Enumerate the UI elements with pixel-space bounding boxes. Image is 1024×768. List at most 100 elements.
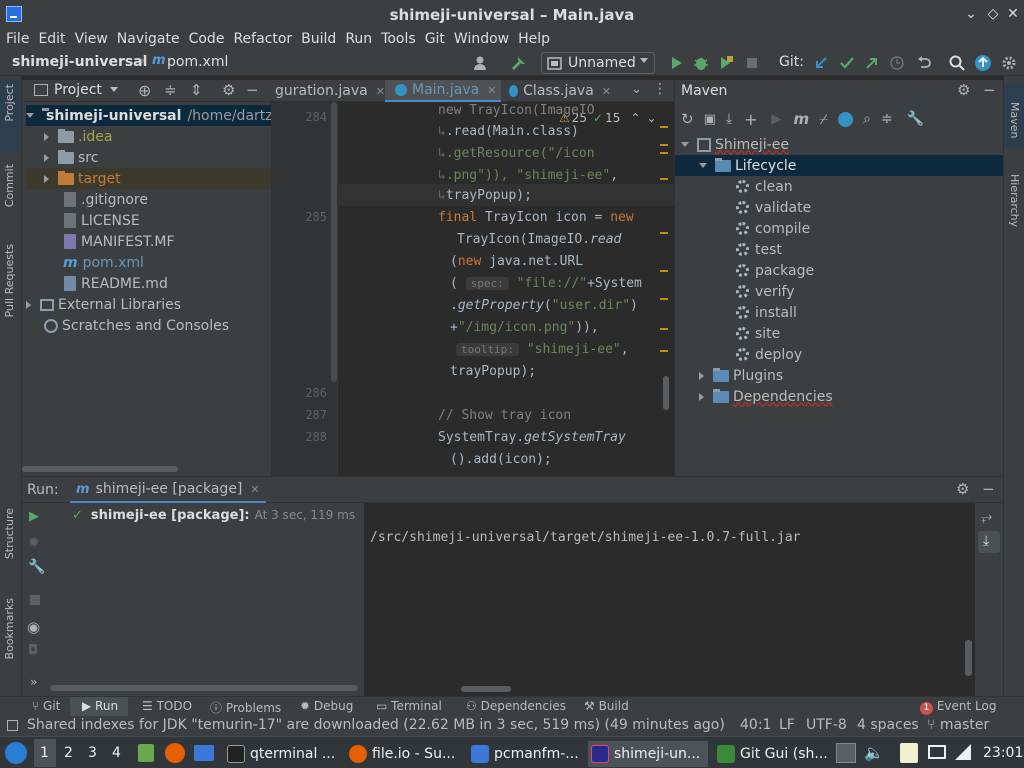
horizontal-scrollbar[interactable]: [50, 685, 358, 691]
hammer-icon[interactable]: [510, 54, 528, 72]
stripe-maven[interactable]: Maven: [1008, 102, 1021, 138]
user-icon[interactable]: [472, 54, 490, 72]
gear-icon[interactable]: ⚙: [957, 81, 970, 99]
scroll-thumb[interactable]: [331, 102, 337, 382]
line-separator[interactable]: LF: [779, 717, 795, 733]
collapse-all-icon[interactable]: ≑: [164, 81, 177, 99]
reload-icon[interactable]: ↻: [681, 110, 694, 128]
menu-window[interactable]: Window: [454, 31, 509, 47]
tree-item-manifest[interactable]: MANIFEST.MF: [62, 231, 175, 252]
menu-edit[interactable]: Edit: [38, 31, 65, 47]
coverage-icon[interactable]: [717, 54, 735, 72]
wrench-icon[interactable]: 🔧: [907, 111, 924, 127]
tree-item-src[interactable]: src: [44, 147, 98, 168]
search-icon[interactable]: [948, 54, 966, 72]
indent-setting[interactable]: 4 spaces: [857, 717, 919, 733]
more-options-icon[interactable]: ⋮: [653, 81, 667, 97]
gear-icon[interactable]: ⚙: [222, 81, 235, 99]
menu-refactor[interactable]: Refactor: [233, 31, 292, 47]
close-icon[interactable]: ✕: [602, 85, 611, 98]
toggle-tool-windows-icon[interactable]: [7, 720, 18, 731]
close-icon[interactable]: ✕: [487, 84, 496, 97]
toggle-skip-tests-icon[interactable]: ⌿: [819, 110, 828, 128]
stripe-pull-requests[interactable]: Pull Requests: [3, 244, 16, 317]
tree-item-gitignore[interactable]: .gitignore: [62, 189, 148, 210]
maven-phase-install[interactable]: install: [736, 302, 797, 323]
offline-mode-icon[interactable]: [838, 111, 854, 127]
history-icon[interactable]: [888, 54, 906, 72]
project-panel-title[interactable]: Project: [54, 82, 102, 98]
tool-tab-problems[interactable]: ⓘ Problems: [210, 699, 281, 716]
git-commit-icon[interactable]: [838, 54, 856, 72]
error-stripe-marker[interactable]: [660, 178, 668, 180]
stripe-project[interactable]: Project: [3, 84, 16, 122]
menu-run[interactable]: Run: [345, 31, 372, 47]
error-stripe-marker[interactable]: [660, 270, 668, 272]
taskbar-app-git-gui[interactable]: Git Gui (sh...: [714, 741, 828, 767]
git-branch[interactable]: ⑂ master: [927, 717, 989, 733]
menu-file[interactable]: File: [6, 31, 29, 47]
desktop-2[interactable]: 2: [64, 745, 73, 761]
error-stripe-marker[interactable]: [660, 328, 668, 330]
error-stripe-marker[interactable]: [660, 232, 668, 234]
tab-list-icon[interactable]: ⌄: [631, 82, 642, 97]
caret-position[interactable]: 40:1: [740, 717, 771, 733]
soft-wrap-icon[interactable]: ⥅: [981, 509, 992, 525]
tool-tab-debug[interactable]: ✹ Debug: [300, 699, 353, 713]
next-highlight-icon[interactable]: ⌄: [646, 111, 656, 125]
execute-goal-icon[interactable]: m: [793, 110, 809, 128]
hide-icon[interactable]: −: [246, 81, 259, 99]
stripe-bookmarks[interactable]: Bookmarks: [3, 598, 16, 659]
run-tree-item[interactable]: ✓ shimeji-ee [package]: At 3 sec, 119 ms: [72, 505, 355, 525]
error-stripe-marker[interactable]: [660, 144, 668, 146]
eye-icon[interactable]: ◉: [27, 618, 40, 636]
expand-all-icon[interactable]: ⇕: [190, 81, 203, 99]
update-available-icon[interactable]: [974, 54, 992, 72]
menu-view[interactable]: View: [75, 31, 108, 47]
tool-tab-todo[interactable]: ☰ TODO: [142, 699, 192, 713]
download-icon[interactable]: ⤓: [726, 111, 732, 127]
maven-phase-clean[interactable]: clean: [736, 176, 793, 197]
stop-icon[interactable]: [30, 595, 40, 605]
tree-item-pom[interactable]: m pom.xml: [62, 252, 144, 273]
search-icon[interactable]: ⌕: [863, 111, 871, 127]
volume-icon[interactable]: 🔈: [864, 743, 884, 762]
file-encoding[interactable]: UTF-8: [806, 717, 847, 733]
maven-phase-deploy[interactable]: deploy: [736, 344, 802, 365]
chevron-down-icon[interactable]: ⌄: [962, 5, 980, 23]
menu-help[interactable]: Help: [518, 31, 550, 47]
tool-tab-git[interactable]: ⑂ Git: [32, 699, 60, 713]
network-icon[interactable]: [955, 744, 971, 760]
console-output[interactable]: /src/shimeji-universal/target/shimeji-ee…: [364, 503, 975, 697]
file-manager-launcher-icon[interactable]: [138, 744, 154, 762]
maven-phase-package[interactable]: package: [736, 260, 814, 281]
more-icon[interactable]: »: [30, 675, 37, 689]
maven-phase-test[interactable]: test: [736, 239, 782, 260]
git-update-icon[interactable]: [812, 54, 830, 72]
tab-main-java[interactable]: Main.java ✕: [385, 80, 501, 102]
menu-code[interactable]: Code: [189, 31, 225, 47]
previous-highlight-icon[interactable]: ⌃: [630, 111, 640, 125]
desktop-4[interactable]: 4: [112, 745, 121, 761]
tree-item-readme[interactable]: README.md: [62, 273, 168, 294]
tree-item-license[interactable]: LICENSE: [62, 210, 140, 231]
camera-icon[interactable]: ◘: [28, 643, 38, 658]
display-icon[interactable]: [928, 745, 946, 759]
horizontal-scrollbar[interactable]: [22, 466, 178, 472]
rollback-icon[interactable]: [915, 54, 933, 72]
scroll-to-end-icon[interactable]: ⤓: [983, 533, 989, 549]
vertical-scrollbar[interactable]: [663, 376, 669, 410]
tree-item-scratches[interactable]: Scratches and Consoles: [44, 315, 229, 336]
error-stripe-marker[interactable]: [660, 298, 668, 300]
desktop-3[interactable]: 3: [88, 745, 97, 761]
add-folder-icon[interactable]: ▣: [704, 112, 716, 127]
stripe-commit[interactable]: Commit: [3, 164, 16, 207]
close-icon[interactable]: ✕: [250, 483, 259, 496]
tree-root[interactable]: shimeji-universal /home/dartz: [26, 105, 273, 126]
debug-icon[interactable]: [692, 54, 710, 72]
maven-phase-compile[interactable]: compile: [736, 218, 810, 239]
add-icon[interactable]: +: [744, 110, 757, 129]
maven-phase-validate[interactable]: validate: [736, 197, 811, 218]
tab-class-java[interactable]: Class.java ✕: [501, 80, 611, 102]
menu-git[interactable]: Git: [425, 31, 445, 47]
